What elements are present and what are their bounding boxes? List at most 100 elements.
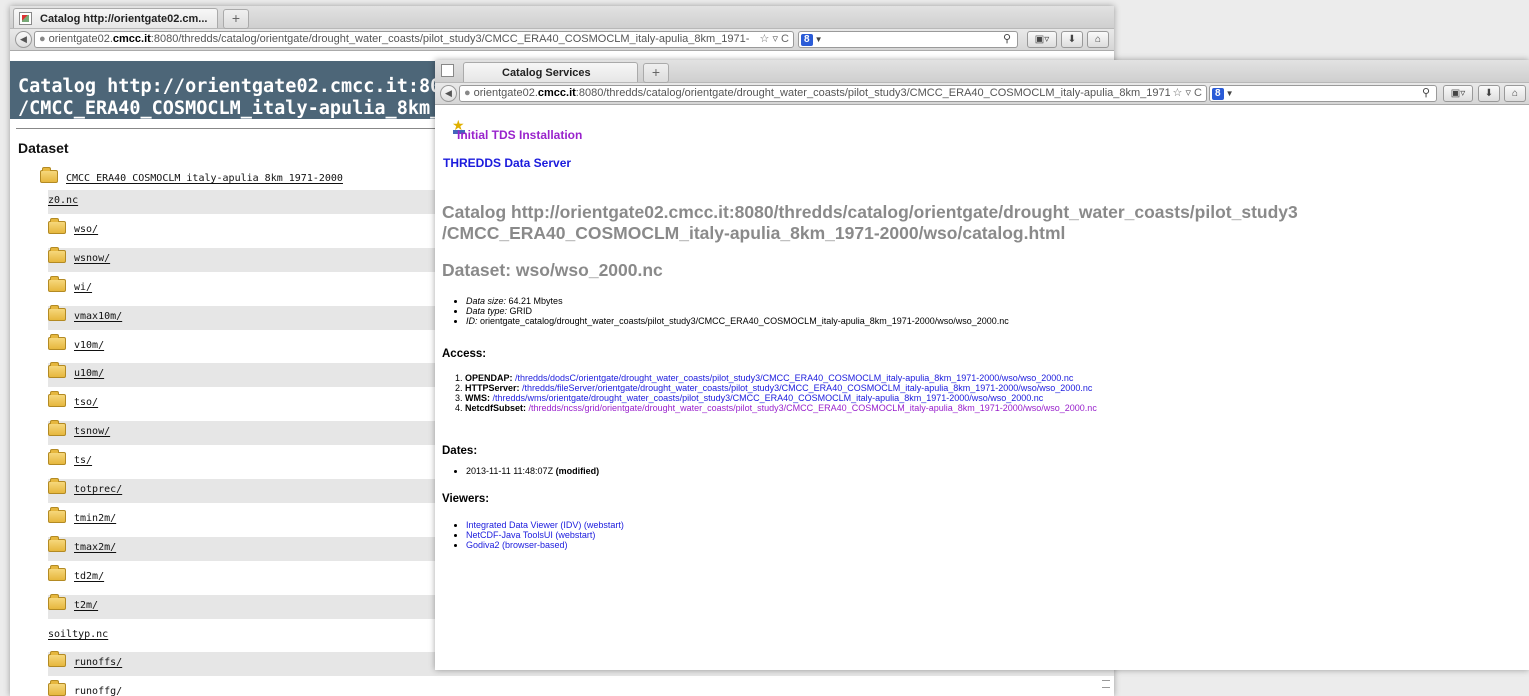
home-icon[interactable]: ⌂ xyxy=(1504,85,1526,102)
search-box[interactable]: 8 ▼ ⚲ xyxy=(1209,85,1437,102)
access-list: OPENDAP: /thredds/dodsC/orientgate/droug… xyxy=(443,373,1097,413)
property-key: Data size: xyxy=(466,296,507,306)
bookmark-star-icon[interactable]: ☆ ▿ C xyxy=(756,32,789,47)
folder-label: totprec/ xyxy=(74,484,123,495)
search-box[interactable]: 8 ▼ ⚲ xyxy=(798,31,1018,48)
folder-icon xyxy=(48,217,66,234)
viewer-item: Integrated Data Viewer (IDV) (webstart) xyxy=(466,520,624,530)
file-label: z0.nc xyxy=(48,195,79,206)
tab-title: Catalog http://orientgate02.cm... xyxy=(40,13,208,25)
property-item: ID: orientgate_catalog/drought_water_coa… xyxy=(466,316,1009,326)
thredds-server-link[interactable]: THREDDS Data Server xyxy=(443,156,571,170)
date-type: (modified) xyxy=(555,466,600,476)
viewer-item: Godiva2 (browser-based) xyxy=(466,540,624,550)
access-link[interactable]: /thredds/fileServer/orientgate/drought_w… xyxy=(520,383,1092,393)
access-item: HTTPServer: /thredds/fileServer/orientga… xyxy=(465,383,1097,393)
service-name: OPENDAP: xyxy=(465,373,513,383)
property-item: Data type: GRID xyxy=(466,306,1009,316)
date-value: 2013-11-11 11:48:07Z xyxy=(466,466,556,476)
screen-tool-icon[interactable]: ▣▿ xyxy=(1443,85,1473,102)
tab-catalog-services[interactable]: Catalog Services xyxy=(463,62,638,82)
search-icon: ⚲ xyxy=(1002,33,1011,45)
folder-icon xyxy=(48,361,66,378)
property-value: orientgate_catalog/drought_water_coasts/… xyxy=(477,316,1009,326)
dates-list: 2013-11-11 11:48:07Z (modified) xyxy=(448,466,599,476)
access-link[interactable]: /thredds/ncss/grid/orientgate/drought_wa… xyxy=(526,403,1097,413)
catalog-services-window: Catalog Services + ◀ ● orientgate02.cmcc.… xyxy=(435,60,1529,670)
folder-label: ts/ xyxy=(74,455,93,466)
access-link[interactable]: /thredds/dodsC/orientgate/drought_water_… xyxy=(513,373,1073,383)
url-path: :8080/thredds/catalog/orientgate/drought… xyxy=(575,87,1175,99)
folder-label: runoffs/ xyxy=(74,657,123,668)
navigation-bar: ◀ ● orientgate02.cmcc.it:8080/thredds/cat… xyxy=(10,29,1114,51)
folder-icon xyxy=(48,506,66,523)
new-tab-button[interactable]: + xyxy=(643,63,669,83)
file-label: soiltyp.nc xyxy=(48,629,109,640)
access-item: NetcdfSubset: /thredds/ncss/grid/orientg… xyxy=(465,403,1097,413)
folder-icon xyxy=(48,477,66,494)
screen-tool-icon[interactable]: ▣▿ xyxy=(1027,31,1057,48)
folder-label: tso/ xyxy=(74,397,99,408)
folder-label: t2m/ xyxy=(74,600,99,611)
url-path: :8080/thredds/catalog/orientgate/drought… xyxy=(150,33,750,45)
viewer-link[interactable]: Integrated Data Viewer (IDV) (webstart) xyxy=(466,520,624,530)
property-item: Data size: 64.21 Mbytes xyxy=(466,296,1009,306)
back-button[interactable]: ◀ xyxy=(15,31,32,48)
folder-icon xyxy=(48,448,66,465)
search-engine-icon: 8 xyxy=(801,34,813,46)
new-tab-button[interactable]: + xyxy=(223,9,249,29)
folder-label: runoffg/ xyxy=(74,686,123,696)
service-name: HTTPServer: xyxy=(465,383,520,393)
date-item: 2013-11-11 11:48:07Z (modified) xyxy=(466,466,599,476)
viewer-link[interactable]: Godiva2 (browser-based) xyxy=(466,540,568,550)
dataset-title: Dataset: wso/wso_2000.nc xyxy=(442,260,663,280)
folder-icon xyxy=(48,275,66,292)
back-button[interactable]: ◀ xyxy=(440,85,457,102)
access-link[interactable]: /thredds/wms/orientgate/drought_water_co… xyxy=(490,393,1044,403)
folder-icon xyxy=(48,304,66,321)
url-bar[interactable]: ● orientgate02.cmcc.it:8080/thredds/catal… xyxy=(34,31,794,48)
tab-title: Catalog Services xyxy=(502,67,591,79)
folder-icon xyxy=(48,419,66,436)
viewer-link[interactable]: NetCDF-Java ToolsUI (webstart) xyxy=(466,530,595,540)
dataset-heading: Dataset xyxy=(18,140,69,156)
dataset-properties: Data size: 64.21 Mbytes Data type: GRID … xyxy=(448,296,1009,326)
service-name: NetcdfSubset: xyxy=(465,403,527,413)
home-icon[interactable]: ⌂ xyxy=(1087,31,1109,48)
folder-icon xyxy=(48,650,66,667)
installation-link[interactable]: Initial TDS Installation xyxy=(457,128,582,142)
viewers-list: Integrated Data Viewer (IDV) (webstart) … xyxy=(448,520,624,550)
url-bar[interactable]: ● orientgate02.cmcc.it:8080/thredds/catal… xyxy=(459,85,1207,102)
url-domain: cmcc.it xyxy=(537,87,576,99)
folder-label: tmin2m/ xyxy=(74,513,117,524)
url-host: orientgate02. xyxy=(473,87,538,99)
folder-icon xyxy=(48,333,66,350)
navigation-bar: ◀ ● orientgate02.cmcc.it:8080/thredds/cat… xyxy=(435,83,1529,105)
folder-label: wi/ xyxy=(74,282,93,293)
url-domain: cmcc.it xyxy=(112,33,151,45)
folder-label: tsnow/ xyxy=(74,426,111,437)
access-item: OPENDAP: /thredds/dodsC/orientgate/droug… xyxy=(465,373,1097,383)
folder-icon xyxy=(48,246,66,263)
folder-icon xyxy=(48,535,66,552)
folder-row[interactable]: runoffg/ xyxy=(48,679,1114,696)
bookmark-star-icon[interactable]: ☆ ▿ C xyxy=(1169,86,1202,101)
url-host: orientgate02. xyxy=(48,33,113,45)
globe-icon: ● xyxy=(464,87,471,99)
viewer-item: NetCDF-Java ToolsUI (webstart) xyxy=(466,530,624,540)
service-name: WMS: xyxy=(465,393,490,403)
download-icon[interactable]: ⬇ xyxy=(1478,85,1500,102)
tab-bar: Catalog http://orientgate02.cm... + xyxy=(10,6,1114,29)
download-icon[interactable]: ⬇ xyxy=(1061,31,1083,48)
property-key: ID: xyxy=(466,316,478,326)
globe-icon: ● xyxy=(39,33,46,45)
folder-label: td2m/ xyxy=(74,571,105,582)
folder-label: vmax10m/ xyxy=(74,311,123,322)
tab-catalog[interactable]: Catalog http://orientgate02.cm... xyxy=(13,8,218,28)
root-folder-label: CMCC_ERA40_COSMOCLM_italy-apulia_8km_197… xyxy=(66,173,343,184)
page-favicon-icon xyxy=(441,64,454,77)
folder-icon xyxy=(48,390,66,407)
catalog-heading-line2: /CMCC_ERA40_COSMOCLM_italy-apulia_8km_19… xyxy=(442,223,1066,243)
property-key: Data type: xyxy=(466,306,508,316)
dates-heading: Dates: xyxy=(442,445,478,457)
